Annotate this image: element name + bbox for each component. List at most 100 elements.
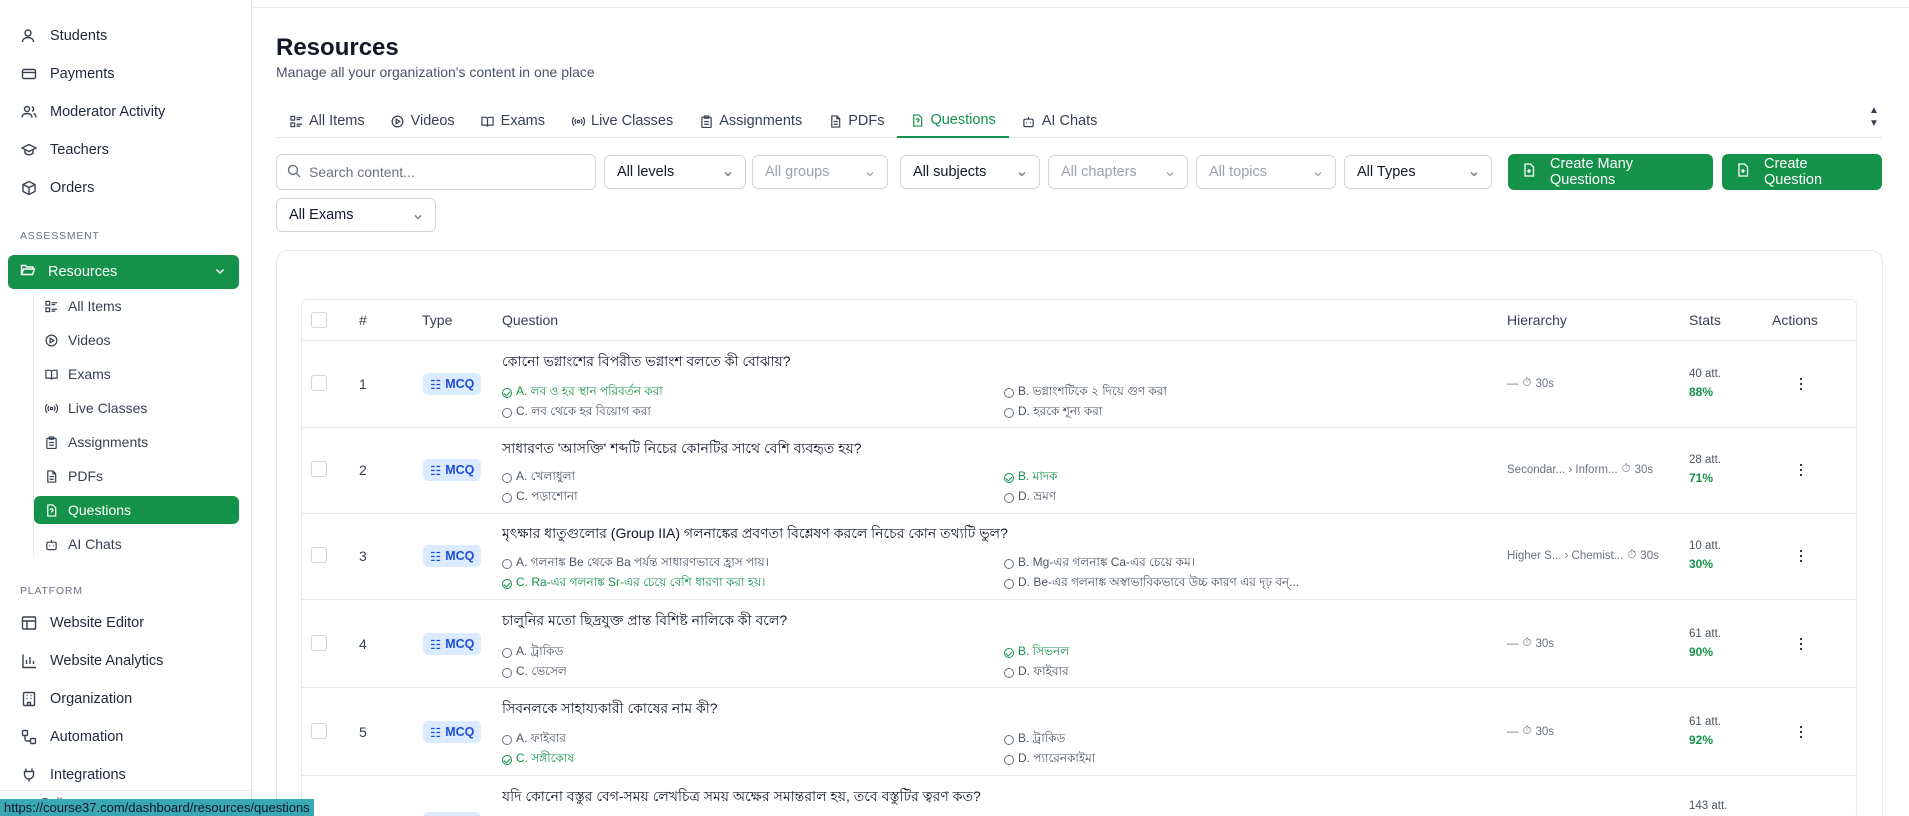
question-text: কোনো ভগ্নাংশের বিপরীত ভগ্নাংশ বলতে কী বো… (502, 353, 791, 369)
header-num: # (359, 312, 367, 328)
chevron-down-icon (1017, 167, 1027, 177)
type-badge: ☷MCQ (423, 633, 482, 655)
chapters-select[interactable]: All chapters (1048, 155, 1188, 189)
page-title: Resources (276, 34, 399, 61)
sidebar-item-integrations[interactable]: Integrations (12, 760, 238, 790)
option-d: D. ফাইবার (1004, 663, 1069, 683)
tab-exams[interactable]: Exams (468, 104, 558, 138)
file-plus-icon (1736, 163, 1750, 181)
row-checkbox[interactable] (311, 461, 327, 477)
time-limit: 30s (1535, 637, 1555, 650)
header-stats: Stats (1689, 312, 1721, 328)
sidebar-subitem-questions[interactable]: Questions (34, 496, 239, 524)
table-row[interactable]: ☷MCQ যদি কোনো বস্তুর বেগ-সময় লেখচিত্র স… (302, 776, 1856, 816)
sidebar-item-automation[interactable]: Automation (12, 722, 238, 752)
sidebar-item-label: Students (50, 28, 108, 44)
tab-videos[interactable]: Videos (378, 104, 468, 138)
table-row[interactable]: 5 ☷ MCQ সিবনলকে সাহায্যকারী কোষের নাম কী?… (302, 688, 1856, 776)
create-many-questions-button[interactable]: Create Many Questions (1508, 154, 1713, 190)
table-row[interactable]: 2 ☷ MCQ সাধারণত 'আসক্তি' শব্দটি নিচের কোন… (302, 428, 1856, 514)
tab-label: AI Chats (1041, 113, 1098, 129)
sidebar-item-orders[interactable]: Orders (12, 173, 238, 203)
radio-icon (44, 401, 58, 415)
sidebar-subitem-live-classes[interactable]: Live Classes (34, 394, 239, 422)
play-circle-icon (391, 114, 405, 128)
types-select-value: All Types (1357, 164, 1416, 180)
play-circle-icon (44, 333, 58, 347)
tab-pdfs[interactable]: PDFs (815, 104, 897, 138)
groups-select[interactable]: All groups (752, 155, 888, 189)
option-label: A. গলনাঙ্ক Be থেকে Ba পর্যন্ত সাধারণভাবে… (516, 555, 769, 569)
package-icon (20, 179, 38, 197)
create-question-label: Create Question (1764, 156, 1823, 188)
row-checkbox[interactable] (311, 635, 327, 651)
sidebar-subitem-exams[interactable]: Exams (34, 360, 239, 388)
tab-questions[interactable]: Questions (897, 104, 1009, 138)
option-label: B. ভগ্নাংশটিকে ২ দিয়ে গুণ করা (1018, 384, 1167, 398)
row-number: 5 (359, 724, 367, 740)
tab-live-classes[interactable]: Live Classes (558, 104, 686, 138)
type-badge-label: MCQ (445, 637, 475, 651)
table-row[interactable]: 1 ☷ MCQ কোনো ভগ্নাংশের বিপরীত ভগ্নাংশ বলত… (302, 341, 1856, 428)
top-divider (253, 7, 1909, 8)
tab-ai-chats[interactable]: AI Chats (1009, 104, 1111, 138)
search-box[interactable] (276, 154, 596, 190)
search-input[interactable] (309, 164, 589, 180)
user-icon (20, 27, 38, 45)
sidebar-item-students[interactable]: Students (12, 21, 238, 51)
sidebar-item-organization[interactable]: Organization (12, 684, 238, 714)
row-checkbox[interactable] (311, 547, 327, 563)
select-all-checkbox[interactable] (311, 312, 327, 328)
sidebar-subitem-pdfs[interactable]: PDFs (34, 462, 239, 490)
sidebar-item-moderator-activity[interactable]: Moderator Activity (12, 97, 238, 127)
tab-assignments[interactable]: Assignments (686, 104, 815, 138)
sidebar-subitem-assignments[interactable]: Assignments (34, 428, 239, 456)
more-vertical-icon[interactable]: · · · (1798, 369, 1804, 397)
more-vertical-icon[interactable]: · · · (1798, 541, 1804, 569)
levels-select-value: All levels (617, 164, 675, 180)
row-checkbox[interactable] (311, 723, 327, 739)
sidebar-item-label: Organization (50, 691, 133, 707)
sidebar-item-website-editor[interactable]: Website Editor (12, 608, 238, 638)
types-select[interactable]: All Types (1344, 155, 1492, 189)
table-row[interactable]: 3 ☷ MCQ মৃৎক্ষার ধাতুগুলোর (Group IIA) গল… (302, 514, 1856, 600)
list-icon (289, 114, 303, 128)
row-checkbox[interactable] (311, 375, 327, 391)
tabs-scroll-arrows[interactable]: ▲ ▼ (1867, 104, 1881, 134)
sidebar-item-payments[interactable]: Payments (12, 59, 238, 89)
circle-icon (502, 473, 512, 483)
more-vertical-icon[interactable]: · · · (1798, 455, 1804, 483)
option-c: C. Ra-এর গলনাঙ্ক Sr-এর চেয়ে বেশি ধারণা … (502, 574, 765, 594)
exams-select[interactable]: All Exams (276, 198, 436, 232)
sidebar-item-label: Moderator Activity (50, 104, 166, 120)
option-label: A. ট্রাকিড (516, 644, 564, 658)
sidebar-subitem-all-items[interactable]: All Items (34, 292, 239, 320)
resource-tabs: All Items Videos Exams Live Classes Assi… (276, 104, 1882, 138)
tab-label: Videos (410, 113, 455, 129)
option-label: D. Be-এর গলনাঙ্ক অস্বাভাবিকভাবে উচ্চ কার… (1018, 575, 1300, 589)
sidebar-item-teachers[interactable]: Teachers (12, 135, 238, 165)
levels-select[interactable]: All levels (604, 155, 746, 189)
circle-icon (1004, 668, 1014, 678)
hierarchy-path: Secondar... › Inform... (1507, 463, 1618, 476)
table-row[interactable]: 4 ☷ MCQ চালুনির মতো ছিদ্রযুক্ত প্রান্ত বি… (302, 600, 1856, 688)
sidebar-subitem-ai-chats[interactable]: AI Chats (34, 530, 239, 558)
more-vertical-icon[interactable]: · · · (1798, 717, 1804, 745)
sidebar-item-label: Automation (50, 729, 124, 745)
subjects-select[interactable]: All subjects (900, 155, 1040, 189)
timer-icon: ⏱ (1621, 463, 1631, 475)
sidebar-item-website-analytics[interactable]: Website Analytics (12, 646, 238, 676)
option-label: B. মাদক (1018, 469, 1058, 483)
circle-icon (1004, 493, 1014, 503)
sidebar-subitem-videos[interactable]: Videos (34, 326, 239, 354)
sidebar-item-resources[interactable]: Resources (8, 255, 239, 289)
section-label-platform: PLATFORM (20, 585, 83, 597)
row-number: 2 (359, 462, 367, 478)
create-question-button[interactable]: Create Question (1722, 154, 1882, 190)
more-vertical-icon[interactable]: · · · (1798, 629, 1804, 657)
time-limit: 30s (1640, 549, 1659, 562)
sidebar-subitem-label: Assignments (68, 434, 149, 450)
topics-select[interactable]: All topics (1196, 155, 1336, 189)
book-open-icon (481, 114, 495, 128)
tab-all-items[interactable]: All Items (276, 104, 378, 138)
